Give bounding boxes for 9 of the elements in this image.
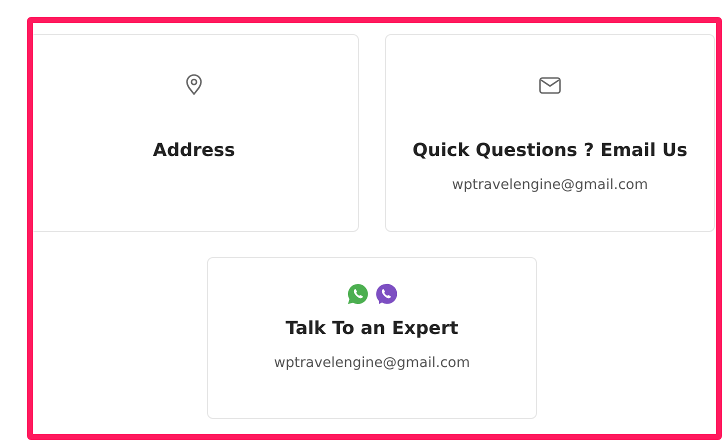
email-address: wptravelengine@gmail.com xyxy=(452,177,648,193)
whatsapp-icon[interactable] xyxy=(347,283,369,305)
envelope-icon xyxy=(539,76,561,94)
viber-icon[interactable] xyxy=(375,283,397,305)
email-address: wptravelengine@gmail.com xyxy=(274,355,470,371)
location-pin-icon xyxy=(185,74,203,96)
card-title: Talk To an Expert xyxy=(286,318,458,339)
card-title: Address xyxy=(152,140,236,161)
card-title: Quick Questions ? Email Us xyxy=(412,140,688,161)
